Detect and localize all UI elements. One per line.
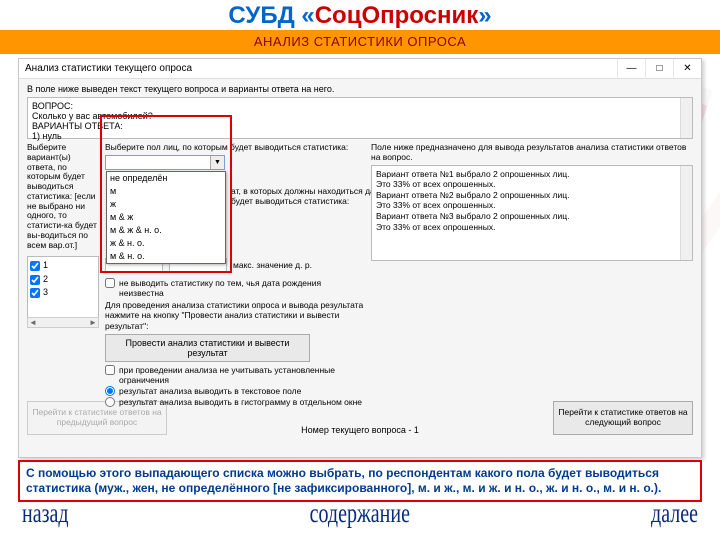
result-line: Вариант ответа №2 выбрало 2 опрошенных л… bbox=[376, 190, 688, 201]
gender-option[interactable]: м & ж bbox=[107, 211, 225, 224]
a-text: 1) нуль bbox=[32, 131, 688, 141]
scrollbar[interactable] bbox=[680, 98, 692, 138]
dob-max-label: макс. значение д. р. bbox=[233, 260, 312, 270]
question-box: ВОПРОС: Сколько у вас автомобилей? ВАРИА… bbox=[27, 97, 693, 139]
titlebar: Анализ статистики текущего опроса — □ ✕ bbox=[19, 59, 701, 79]
q-text: Сколько у вас автомобилей? bbox=[32, 111, 688, 121]
nav-toc[interactable]: содержание bbox=[310, 499, 410, 530]
brand-title: СУБД «СоцОпросник» bbox=[0, 0, 720, 30]
unknown-dob-check[interactable]: не выводить статистику по тем, чья дата … bbox=[105, 278, 365, 298]
result-line: Это 33% от всех опрошенных. bbox=[376, 179, 688, 190]
variants-label: Выберите вариант(ы) ответа, по которым б… bbox=[27, 143, 99, 250]
maximize-button[interactable]: □ bbox=[645, 59, 673, 79]
gender-option[interactable]: не определён bbox=[107, 172, 225, 185]
slide-annotation: С помощью этого выпадающего списка можно… bbox=[18, 460, 702, 502]
variant-check[interactable]: 3 bbox=[30, 286, 96, 300]
a-label: ВАРИАНТЫ ОТВЕТА: bbox=[32, 121, 688, 131]
close-button[interactable]: ✕ bbox=[673, 59, 701, 79]
run-analysis-button[interactable]: Провести анализ статистики и вывести рез… bbox=[105, 334, 310, 362]
nav-next[interactable]: далее bbox=[651, 499, 698, 530]
run-hint: Для проведения анализа статистики опроса… bbox=[105, 300, 365, 331]
variant-check[interactable]: 1 bbox=[30, 259, 96, 273]
gender-option[interactable]: м & ж & н. о. bbox=[107, 224, 225, 237]
gender-combo[interactable]: ▼ не определён м ж м & ж м & ж & н. о. ж… bbox=[105, 155, 225, 170]
gender-option[interactable]: м bbox=[107, 185, 225, 198]
slide-nav: назад содержание далее bbox=[0, 503, 720, 526]
stats-window: Анализ статистики текущего опроса — □ ✕ … bbox=[18, 58, 702, 458]
output-text-radio[interactable]: результат анализа выводить в текстовое п… bbox=[105, 386, 365, 396]
gender-option[interactable]: ж bbox=[107, 198, 225, 211]
result-line: Это 33% от всех опрошенных. bbox=[376, 222, 688, 233]
current-question-label: Номер текущего вопроса - 1 bbox=[301, 425, 419, 435]
results-box: Вариант ответа №1 выбрало 2 опрошенных л… bbox=[371, 165, 693, 261]
h-scrollbar[interactable]: ◄► bbox=[27, 317, 99, 328]
q-label: ВОПРОС: bbox=[32, 101, 688, 111]
gender-option[interactable]: ж & н. о. bbox=[107, 237, 225, 250]
next-question-button[interactable]: Перейти к статистике ответов на следующи… bbox=[553, 401, 693, 435]
ignore-limits-check[interactable]: при проведении анализа не учитывать уста… bbox=[105, 365, 365, 385]
result-line: Вариант ответа №3 выбрало 2 опрошенных л… bbox=[376, 211, 688, 222]
variant-check[interactable]: 2 bbox=[30, 273, 96, 287]
variants-list: 1 2 3 bbox=[27, 256, 99, 318]
chevron-down-icon[interactable]: ▼ bbox=[210, 156, 224, 169]
scrollbar[interactable] bbox=[680, 166, 692, 260]
gender-dropdown: не определён м ж м & ж м & ж & н. о. ж &… bbox=[106, 171, 226, 264]
output-histogram-radio[interactable]: результат анализа выводить в гистограмму… bbox=[105, 397, 365, 407]
gender-label: Выберите пол лиц, по которым будет вывод… bbox=[105, 143, 365, 153]
section-title: АНАЛИЗ СТАТИСТИКИ ОПРОСА bbox=[0, 30, 720, 54]
result-line: Вариант ответа №1 выбрало 2 опрошенных л… bbox=[376, 169, 688, 180]
gender-option[interactable]: м & н. о. bbox=[107, 250, 225, 263]
results-label: Поле ниже предназначено для вывода резул… bbox=[371, 143, 693, 163]
minimize-button[interactable]: — bbox=[617, 59, 645, 79]
window-title: Анализ статистики текущего опроса bbox=[25, 63, 617, 74]
intro-text: В поле ниже выведен текст текущего вопро… bbox=[27, 84, 693, 94]
result-line: Это 33% от всех опрошенных. bbox=[376, 200, 688, 211]
nav-back[interactable]: назад bbox=[22, 499, 69, 530]
